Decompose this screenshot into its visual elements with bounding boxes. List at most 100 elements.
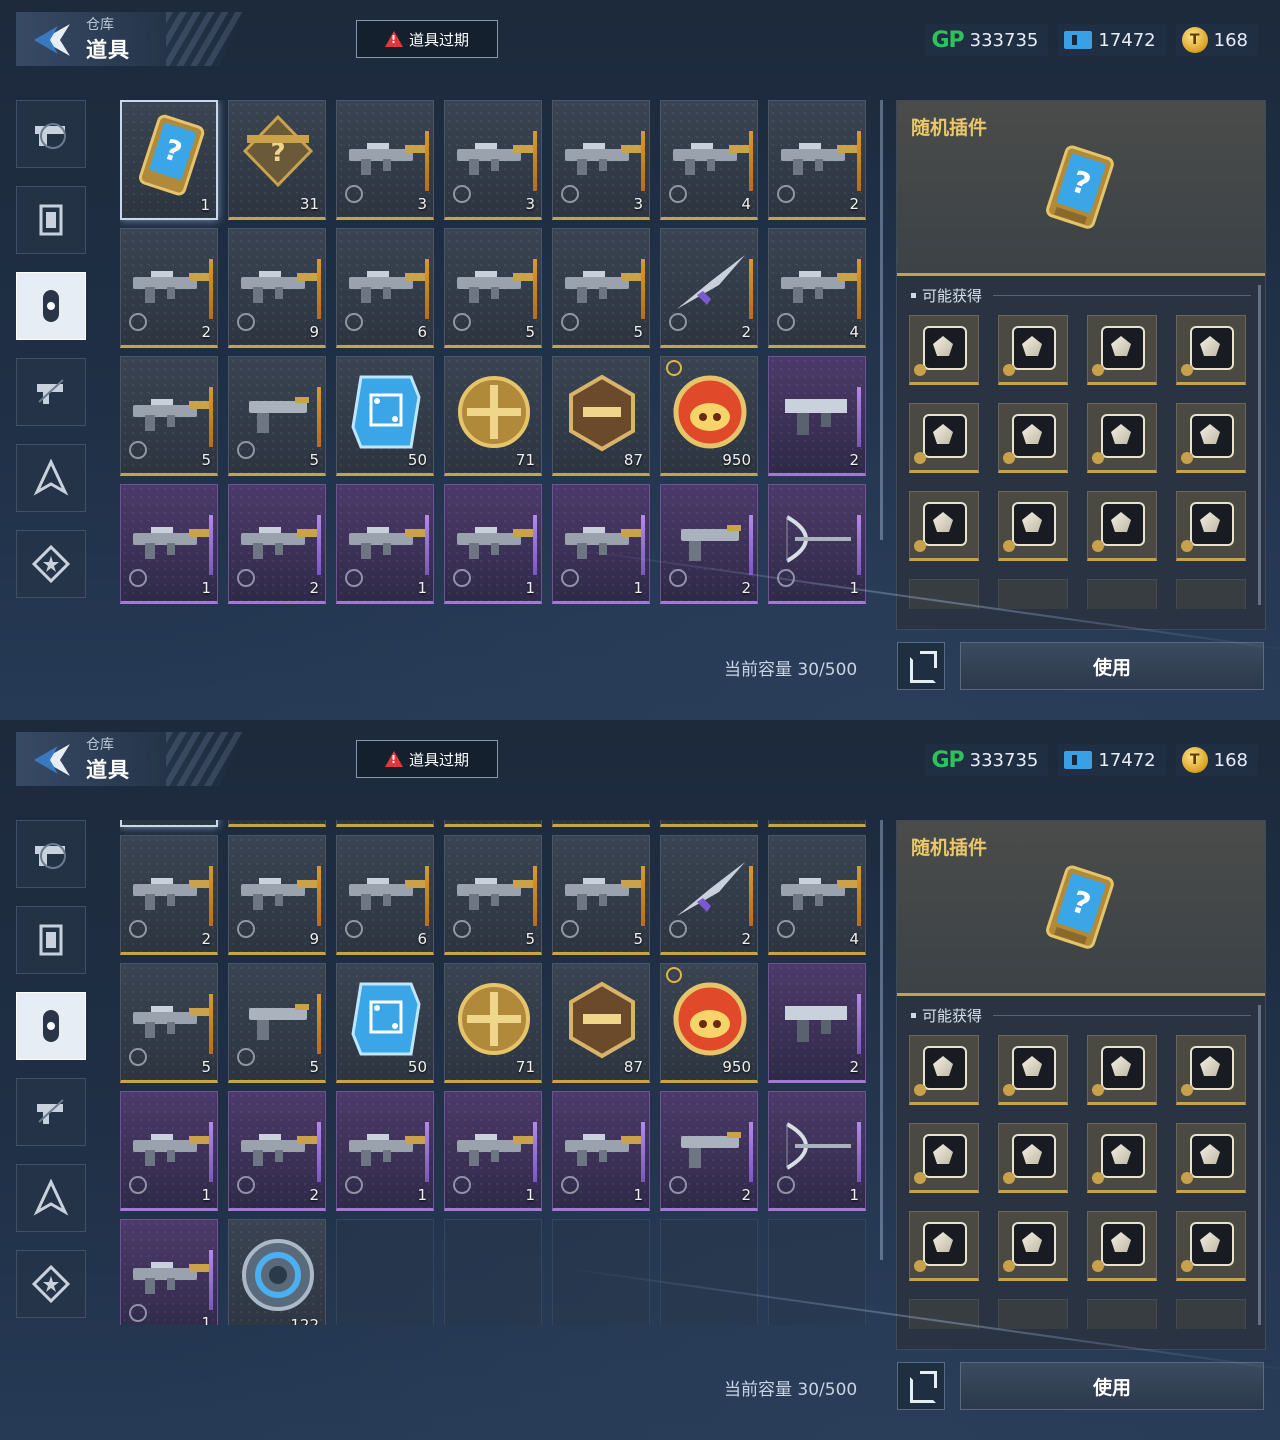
share-button[interactable] xyxy=(897,642,945,690)
inventory-item[interactable]: 3 xyxy=(552,100,650,220)
sidebar-tab-6[interactable] xyxy=(16,530,86,598)
inventory-item[interactable]: 950 xyxy=(660,963,758,1083)
reward-item[interactable] xyxy=(1087,1211,1157,1281)
reward-item[interactable] xyxy=(909,1035,979,1105)
inventory-item[interactable]: 1 xyxy=(768,484,866,604)
rewards-scrollbar[interactable] xyxy=(1258,1005,1261,1325)
reward-item[interactable] xyxy=(998,315,1068,385)
reward-item[interactable] xyxy=(909,491,979,561)
empty-slot[interactable] xyxy=(768,1219,866,1325)
inventory-item[interactable]: 4 xyxy=(660,100,758,220)
inventory-item[interactable]: 3 xyxy=(336,820,434,827)
inventory-item[interactable]: ?31 xyxy=(228,100,326,220)
inventory-item[interactable]: ?31 xyxy=(228,820,326,827)
inventory-item[interactable]: 3 xyxy=(444,100,542,220)
inventory-item[interactable]: 50 xyxy=(336,963,434,1083)
inventory-item[interactable]: 87 xyxy=(552,963,650,1083)
inventory-scrollbar[interactable] xyxy=(880,100,883,540)
inventory-scrollbar[interactable] xyxy=(880,820,883,1260)
back-arrow-icon[interactable] xyxy=(30,740,74,780)
inventory-item[interactable]: 5 xyxy=(444,835,542,955)
inventory-item[interactable]: 2 xyxy=(228,484,326,604)
inventory-item[interactable]: 1 xyxy=(120,1091,218,1211)
reward-item[interactable] xyxy=(1176,1211,1246,1281)
sidebar-tab-3[interactable] xyxy=(16,272,86,340)
sidebar-tab-6[interactable] xyxy=(16,1250,86,1318)
reward-item[interactable] xyxy=(1176,491,1246,561)
inventory-item[interactable]: 2 xyxy=(120,228,218,348)
inventory-item[interactable]: 2 xyxy=(660,1091,758,1211)
sidebar-tab-2[interactable] xyxy=(16,186,86,254)
inventory-item[interactable]: 5 xyxy=(444,228,542,348)
inventory-item[interactable]: 87 xyxy=(552,356,650,476)
inventory-item[interactable]: 6 xyxy=(336,835,434,955)
reward-item[interactable] xyxy=(1087,1123,1157,1193)
reward-item[interactable] xyxy=(1176,315,1246,385)
inventory-item[interactable]: 6 xyxy=(336,228,434,348)
inventory-item[interactable]: 9 xyxy=(228,835,326,955)
reward-item[interactable] xyxy=(909,403,979,473)
sidebar-tab-1[interactable] xyxy=(16,820,86,888)
inventory-item[interactable]: 5 xyxy=(228,356,326,476)
sidebar-tab-5[interactable] xyxy=(16,1164,86,1232)
inventory-item[interactable]: 5 xyxy=(552,835,650,955)
expired-items-button[interactable]: 道具过期 xyxy=(356,740,498,778)
inventory-item[interactable]: 4 xyxy=(768,835,866,955)
inventory-item[interactable]: 1 xyxy=(120,484,218,604)
inventory-item[interactable]: 122 xyxy=(228,1219,326,1325)
inventory-item[interactable]: 1 xyxy=(768,1091,866,1211)
inventory-item[interactable]: 3 xyxy=(444,820,542,827)
inventory-item[interactable]: 1 xyxy=(552,1091,650,1211)
sidebar-tab-4[interactable] xyxy=(16,1078,86,1146)
inventory-item[interactable]: 71 xyxy=(444,356,542,476)
inventory-item[interactable]: 1 xyxy=(336,484,434,604)
empty-slot[interactable] xyxy=(552,1219,650,1325)
inventory-item[interactable]: 4 xyxy=(768,228,866,348)
inventory-item[interactable]: 1 xyxy=(120,1219,218,1325)
inventory-item[interactable]: ?1 xyxy=(120,820,218,827)
reward-item[interactable] xyxy=(998,1035,1068,1105)
rewards-scrollbar[interactable] xyxy=(1258,285,1261,605)
reward-item[interactable] xyxy=(909,1123,979,1193)
inventory-item[interactable]: 5 xyxy=(120,356,218,476)
inventory-item[interactable]: 2 xyxy=(768,820,866,827)
empty-slot[interactable] xyxy=(336,1219,434,1325)
reward-item[interactable] xyxy=(909,315,979,385)
empty-slot[interactable] xyxy=(444,1219,542,1325)
empty-slot[interactable] xyxy=(660,1219,758,1325)
inventory-item[interactable]: 2 xyxy=(120,835,218,955)
inventory-item[interactable]: 1 xyxy=(552,484,650,604)
sidebar-tab-1[interactable] xyxy=(16,100,86,168)
inventory-item[interactable]: 1 xyxy=(444,484,542,604)
inventory-item[interactable]: 5 xyxy=(228,963,326,1083)
sidebar-tab-5[interactable] xyxy=(16,444,86,512)
reward-item[interactable] xyxy=(1087,491,1157,561)
inventory-item[interactable]: ?1 xyxy=(120,100,218,220)
inventory-item[interactable]: 5 xyxy=(552,228,650,348)
inventory-item[interactable]: 1 xyxy=(444,1091,542,1211)
sidebar-tab-3[interactable] xyxy=(16,992,86,1060)
sidebar-tab-4[interactable] xyxy=(16,358,86,426)
reward-item[interactable] xyxy=(998,1211,1068,1281)
inventory-item[interactable]: 3 xyxy=(336,100,434,220)
inventory-item[interactable]: 71 xyxy=(444,963,542,1083)
reward-item[interactable] xyxy=(1087,403,1157,473)
inventory-item[interactable]: 1 xyxy=(336,1091,434,1211)
inventory-item[interactable]: 2 xyxy=(660,228,758,348)
reward-item[interactable] xyxy=(998,403,1068,473)
inventory-item[interactable]: 9 xyxy=(228,228,326,348)
back-arrow-icon[interactable] xyxy=(30,20,74,60)
inventory-item[interactable]: 950 xyxy=(660,356,758,476)
inventory-item[interactable]: 2 xyxy=(768,356,866,476)
inventory-item[interactable]: 4 xyxy=(660,820,758,827)
reward-item[interactable] xyxy=(1176,1035,1246,1105)
reward-item[interactable] xyxy=(998,1123,1068,1193)
reward-item[interactable] xyxy=(1176,1123,1246,1193)
inventory-item[interactable]: 2 xyxy=(660,484,758,604)
inventory-item[interactable]: 2 xyxy=(768,100,866,220)
reward-item[interactable] xyxy=(1176,403,1246,473)
inventory-item[interactable]: 2 xyxy=(228,1091,326,1211)
inventory-item[interactable]: 5 xyxy=(120,963,218,1083)
reward-item[interactable] xyxy=(909,1211,979,1281)
inventory-item[interactable]: 3 xyxy=(552,820,650,827)
